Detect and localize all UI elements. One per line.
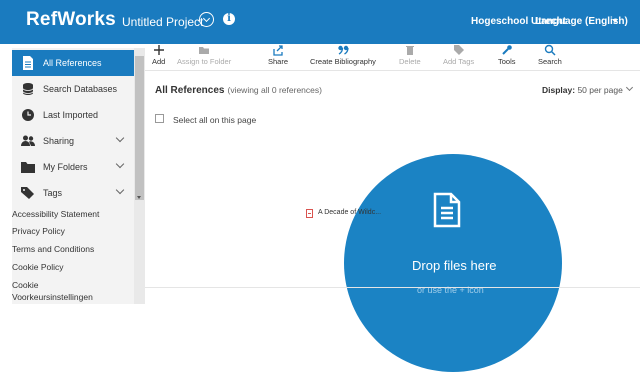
info-circle-icon[interactable]: i <box>223 13 235 25</box>
search-icon <box>544 44 556 56</box>
toolbar-divider <box>145 70 640 71</box>
database-icon <box>22 83 34 95</box>
select-all-checkbox[interactable] <box>155 114 164 123</box>
users-icon <box>21 135 35 146</box>
link-accessibility-statement[interactable]: Accessibility Statement <box>12 209 99 220</box>
dragged-file: A Decade of Wildc... <box>306 209 386 221</box>
folder-icon <box>21 162 35 173</box>
folder-icon <box>199 47 210 54</box>
project-name[interactable]: Untitled Project <box>122 15 203 29</box>
select-all-label: Select all on this page <box>173 115 257 125</box>
tools-label: Tools <box>498 57 516 66</box>
delete-button[interactable]: Delete <box>399 44 421 66</box>
chevron-down-icon[interactable] <box>115 185 125 195</box>
footer-links: Accessibility Statement Privacy Policy T… <box>12 203 134 304</box>
tag-icon <box>21 187 34 199</box>
link-cookie-preferences[interactable]: Voorkeursinstellingen <box>12 292 93 303</box>
display-label: Display: <box>542 85 576 95</box>
content-divider <box>145 287 640 288</box>
refworks-logo[interactable]: RefWorks <box>26 9 116 31</box>
dragged-file-name: A Decade of Wildc... <box>318 209 382 216</box>
wrench-icon <box>502 45 512 55</box>
chevron-down-icon[interactable] <box>115 133 125 143</box>
add-tags-button[interactable]: Add Tags <box>443 44 474 66</box>
scroll-down-arrow-icon[interactable] <box>137 196 141 199</box>
reference-count: (viewing all 0 references) <box>227 85 322 95</box>
sidebar-item-label: Tags <box>43 188 63 198</box>
link-terms-and-conditions[interactable]: Terms and Conditions <box>12 244 94 255</box>
add-tags-label: Add Tags <box>443 57 475 66</box>
quote-icon <box>338 45 349 55</box>
document-icon <box>23 56 33 70</box>
sidebar-item-my-folders[interactable]: My Folders <box>12 154 134 180</box>
sidebar-item-sharing[interactable]: Sharing <box>12 128 134 154</box>
chevron-down-icon[interactable] <box>625 83 634 92</box>
page-title: All References (viewing all 0 references) <box>155 85 322 96</box>
link-cookie[interactable]: Cookie <box>12 280 38 291</box>
tag-icon <box>453 45 464 55</box>
top-bar: RefWorks Untitled Project i Hogeschool U… <box>0 0 640 44</box>
share-button[interactable]: Share <box>268 44 288 66</box>
sidebar-item-label: Sharing <box>43 136 75 146</box>
link-cookie-policy[interactable]: Cookie Policy <box>12 262 64 273</box>
file-icon <box>433 192 461 228</box>
clock-icon <box>22 109 34 121</box>
sidebar: All References Search Databases Last Imp… <box>12 48 145 304</box>
search-button[interactable]: Search <box>538 44 562 66</box>
drop-zone-text: Drop files here <box>412 258 497 273</box>
sidebar-item-all-references[interactable]: All References <box>12 50 134 76</box>
sidebar-item-search-databases[interactable]: Search Databases <box>12 76 134 102</box>
plus-icon <box>153 45 164 55</box>
display-value: 50 per page <box>577 85 623 95</box>
tools-button[interactable]: Tools <box>498 44 516 66</box>
add-button[interactable]: Add <box>152 44 165 66</box>
link-privacy-policy[interactable]: Privacy Policy <box>12 226 65 237</box>
sidebar-item-label: Search Databases <box>43 84 118 94</box>
sidebar-item-label: My Folders <box>43 162 88 172</box>
page-title-text: All References <box>155 85 225 96</box>
search-label: Search <box>538 57 562 66</box>
create-bibliography-button[interactable]: Create Bibliography <box>310 44 376 66</box>
chevron-down-icon[interactable] <box>115 159 125 169</box>
sidebar-item-last-imported[interactable]: Last Imported <box>12 102 134 128</box>
add-label: Add <box>152 57 166 66</box>
assign-to-folder-button[interactable]: Assign to Folder <box>177 44 231 66</box>
delete-label: Delete <box>399 57 421 66</box>
sidebar-scrollbar-thumb[interactable] <box>135 56 144 200</box>
sidebar-item-label: All References <box>43 58 102 68</box>
assign-label: Assign to Folder <box>177 57 232 66</box>
chevron-down-circle-icon[interactable] <box>199 12 214 27</box>
share-label: Share <box>268 57 289 66</box>
bibliography-label: Create Bibliography <box>310 57 376 66</box>
display-selector[interactable]: Display: 50 per page <box>542 85 623 95</box>
caret-down-icon[interactable] <box>612 19 618 23</box>
share-icon <box>273 45 283 56</box>
pdf-file-icon <box>306 209 313 218</box>
trash-icon <box>405 46 414 55</box>
sidebar-item-label: Last Imported <box>43 110 99 120</box>
